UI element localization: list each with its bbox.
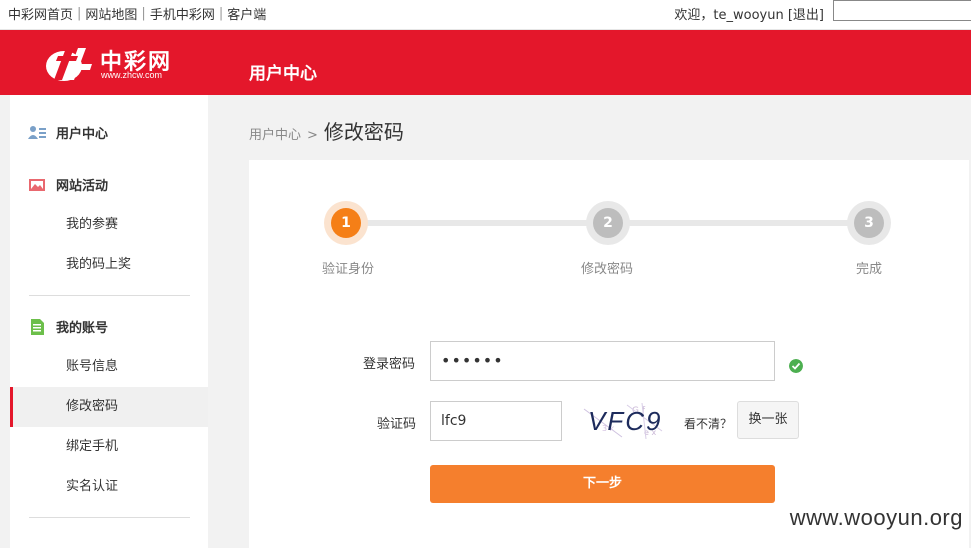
step-label-change: 修改密码 <box>581 262 634 277</box>
separator: | <box>141 6 146 21</box>
sidebar-section-label: 我的账号 <box>56 321 109 336</box>
sidebar-section-activities[interactable]: 网站活动 <box>28 175 108 194</box>
divider <box>29 295 190 296</box>
user-box: 欢迎，te_wooyun [退出] <box>674 4 824 23</box>
separator: | <box>218 6 224 21</box>
sidebar-item-real-name[interactable]: 实名认证 <box>10 467 208 507</box>
sidebar-item-my-code-prize[interactable]: 我的码上奖 <box>10 245 208 285</box>
mobile-link[interactable]: 手机中彩网 <box>150 4 215 23</box>
step-label-done: 完成 <box>856 262 883 277</box>
top-bar: 中彩网首页 | 网站地图 | 手机中彩网 | 客户端 欢迎，te_wooyun … <box>0 0 971 30</box>
sitemap-link[interactable]: 网站地图 <box>85 4 137 23</box>
step-label-verify: 验证身份 <box>322 262 375 277</box>
sidebar-item-account-info[interactable]: 账号信息 <box>10 347 208 387</box>
main-panel: 1 2 3 验证身份 修改密码 完成 登录密码 •••••• 验证码 lfc9 … <box>249 160 969 548</box>
header: 中彩网 www.zhcw.com 用户中心 <box>0 30 971 95</box>
breadcrumb: 用户中心 > 修改密码 <box>249 116 404 145</box>
header-title: 用户中心 <box>249 64 317 84</box>
sidebar-item-bind-phone[interactable]: 绑定手机 <box>10 427 208 467</box>
breadcrumb-separator: > <box>307 128 318 143</box>
top-search-input[interactable] <box>833 0 971 21</box>
sidebar-section-account[interactable]: 我的账号 <box>28 317 108 336</box>
step-number: 1 <box>331 208 361 238</box>
user-card-icon <box>28 125 46 139</box>
captcha-text: VFC9 <box>588 406 663 436</box>
logo[interactable]: 中彩网 www.zhcw.com <box>44 42 184 84</box>
sidebar-section-user-center[interactable]: 用户中心 <box>28 123 108 142</box>
page-title: 修改密码 <box>323 120 404 144</box>
step-1: 1 <box>324 201 368 245</box>
home-link[interactable]: 中彩网首页 <box>8 4 73 23</box>
client-link[interactable]: 客户端 <box>227 4 266 23</box>
password-label: 登录密码 <box>363 357 416 372</box>
step-number: 2 <box>593 208 623 238</box>
logo-url: www.zhcw.com <box>101 70 163 80</box>
next-step-button[interactable]: 下一步 <box>430 465 775 503</box>
step-number: 3 <box>854 208 884 238</box>
logout-link[interactable]: [退出] <box>788 8 824 23</box>
welcome-text: 欢迎，te_wooyun <box>674 8 784 23</box>
sidebar-item-my-contests[interactable]: 我的参赛 <box>10 205 208 245</box>
check-icon <box>789 359 803 373</box>
sidebar-item-change-password[interactable]: 修改密码 <box>10 387 208 427</box>
separator: | <box>77 6 82 21</box>
sidebar-section-label: 用户中心 <box>56 127 109 142</box>
captcha-input[interactable]: lfc9 <box>430 401 562 441</box>
sidebar: 用户中心 网站活动 我的参赛 我的码上奖 我的账号 账号信息 修改密码 绑定手机… <box>10 95 208 548</box>
divider <box>29 517 190 518</box>
unclear-text: 看不清？ <box>684 417 733 431</box>
captcha-label: 验证码 <box>377 417 417 432</box>
picture-icon <box>29 178 45 191</box>
breadcrumb-parent[interactable]: 用户中心 <box>249 124 301 143</box>
step-2: 2 <box>586 201 630 245</box>
top-nav: 中彩网首页 | 网站地图 | 手机中彩网 | 客户端 <box>8 4 266 23</box>
password-input[interactable]: •••••• <box>430 341 775 381</box>
document-icon <box>31 318 44 335</box>
watermark: www.wooyun.org <box>789 505 963 530</box>
step-3: 3 <box>847 201 891 245</box>
logo-mark-icon <box>46 48 92 81</box>
refresh-captcha-button[interactable]: 换一张 <box>737 401 799 439</box>
sidebar-section-label: 网站活动 <box>56 179 109 194</box>
captcha-image[interactable]: G f 3 k e x VFC9 <box>582 401 682 439</box>
